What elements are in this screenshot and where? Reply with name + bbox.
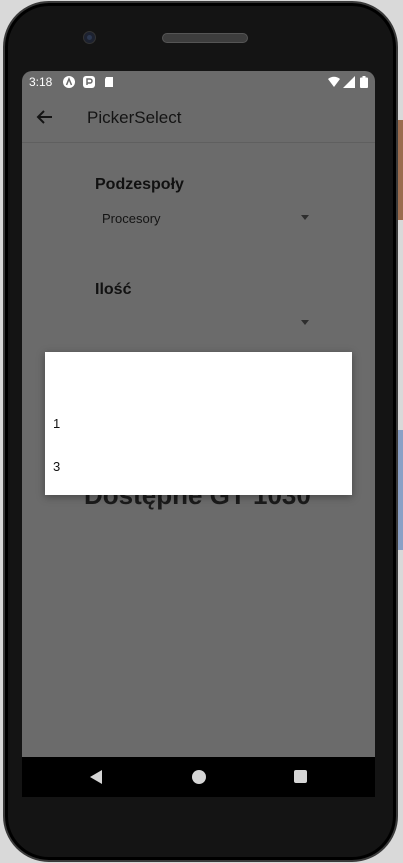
dropdown-arrow-icon — [301, 215, 309, 220]
dropdown-option[interactable]: 3 — [45, 445, 352, 488]
nav-recents-icon[interactable] — [294, 770, 307, 783]
system-nav-bar — [22, 757, 375, 797]
quantity-dropdown-menu: 1 3 — [45, 352, 352, 495]
app-screen: 3:18 PickerSelect Podzespoły Procesory I… — [22, 71, 375, 757]
background-scrap — [398, 120, 403, 220]
status-bar: 3:18 — [22, 71, 375, 93]
background-scrap — [398, 430, 403, 550]
battery-icon — [360, 76, 368, 88]
quantity-label: Ilość — [95, 281, 132, 298]
arrow-left-icon[interactable] — [34, 106, 56, 128]
earpiece-speaker — [162, 33, 248, 43]
app-p-icon — [83, 76, 95, 88]
components-picker-value: Procesory — [102, 211, 161, 226]
dropdown-option[interactable]: 1 — [45, 402, 352, 445]
components-label: Podzespoły — [95, 176, 184, 193]
app-a-icon — [63, 76, 75, 88]
dropdown-arrow-icon — [301, 320, 309, 325]
sd-card-icon — [103, 76, 115, 88]
dropdown-option-label: 3 — [53, 459, 61, 474]
app-toolbar: PickerSelect — [22, 93, 375, 143]
quantity-picker[interactable] — [95, 309, 317, 337]
nav-home-icon[interactable] — [192, 770, 206, 784]
components-picker[interactable]: Procesory — [95, 204, 317, 232]
wifi-icon — [328, 76, 340, 88]
signal-icon — [343, 76, 355, 88]
front-camera — [83, 31, 96, 44]
status-time: 3:18 — [29, 75, 53, 89]
dropdown-option[interactable] — [45, 358, 352, 401]
dropdown-option-label: 1 — [53, 416, 61, 431]
toolbar-title: PickerSelect — [87, 108, 182, 127]
nav-back-icon[interactable] — [90, 770, 102, 784]
